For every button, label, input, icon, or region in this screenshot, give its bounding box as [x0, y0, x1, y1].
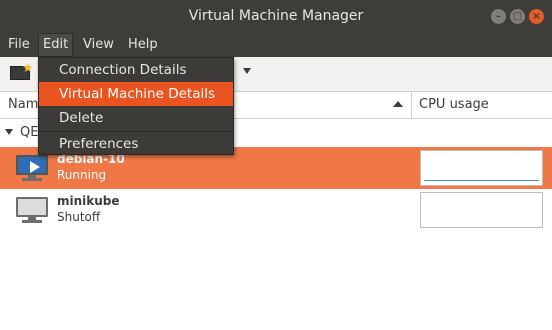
vm-status: Running [57, 168, 107, 182]
vm-running-icon [16, 155, 48, 181]
menu-item-vm-details[interactable]: Virtual Machine Details [39, 82, 233, 106]
new-vm-button[interactable]: ★ [8, 61, 34, 85]
cpu-usage-graph [420, 150, 543, 186]
title-bar: Virtual Machine Manager – □ × [0, 0, 552, 33]
menu-help[interactable]: Help [124, 33, 162, 57]
close-button[interactable]: × [529, 9, 544, 24]
vm-name: minikube [57, 194, 120, 208]
menu-edit[interactable]: Edit [38, 33, 74, 57]
menu-bar: File Edit View Help [0, 33, 552, 57]
connection-label: QE [20, 125, 39, 140]
column-divider[interactable] [411, 92, 412, 119]
menu-file[interactable]: File [4, 33, 34, 57]
column-name-header[interactable]: Nam [8, 97, 38, 112]
star-icon: ★ [22, 61, 34, 76]
menu-item-delete[interactable]: Delete [39, 106, 233, 130]
vm-status: Shutoff [57, 210, 101, 224]
vm-shutoff-icon [16, 197, 48, 223]
expander-icon[interactable] [5, 129, 13, 135]
sort-ascending-icon [393, 101, 403, 107]
cpu-usage-graph [420, 192, 543, 228]
vm-row[interactable]: minikube Shutoff [0, 189, 552, 231]
column-cpu-header[interactable]: CPU usage [419, 97, 489, 112]
menu-item-connection-details[interactable]: Connection Details [39, 58, 233, 82]
chevron-down-icon[interactable] [243, 68, 251, 74]
edit-menu-dropdown: Connection Details Virtual Machine Detai… [38, 57, 234, 155]
maximize-button[interactable]: □ [510, 9, 525, 24]
cpu-usage-line [424, 180, 539, 181]
menu-item-preferences[interactable]: Preferences [39, 132, 233, 156]
menu-view[interactable]: View [79, 33, 118, 57]
minimize-button[interactable]: – [491, 9, 506, 24]
window-title: Virtual Machine Manager [188, 8, 364, 24]
